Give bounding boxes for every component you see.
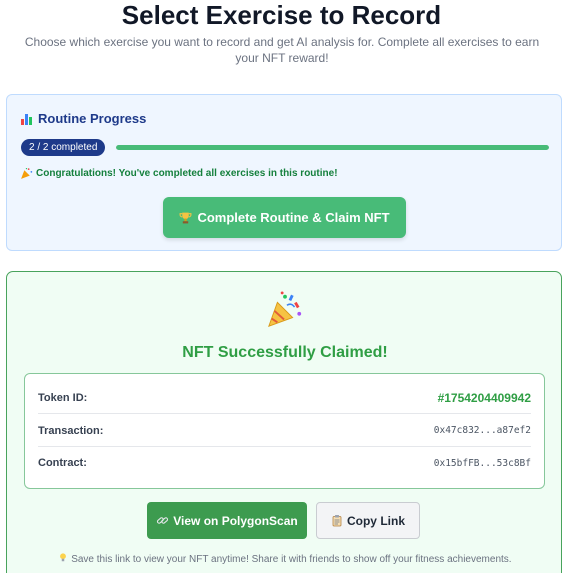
save-link-note: Save this link to view your NFT anytime!…	[7, 552, 563, 565]
page-subtitle: Choose which exercise you want to record…	[24, 35, 540, 65]
token-id-value: #1754204409942	[437, 390, 531, 405]
trophy-icon	[179, 212, 192, 223]
transaction-value: 0x47c832...a87ef2	[433, 425, 531, 436]
party-popper-icon	[268, 291, 302, 327]
save-note-text: Save this link to view your NFT anytime!…	[71, 554, 512, 565]
nft-claimed-heading: NFT Successfully Claimed!	[182, 344, 388, 361]
routine-progress-card: Routine Progress 2 / 2 completed Congrat…	[6, 94, 562, 251]
nft-claimed-card: NFT Successfully Claimed! Token ID: #175…	[6, 271, 562, 573]
clipboard-icon	[332, 515, 342, 527]
contract-row: Contract: 0x15bfFB...53c8Bf	[38, 447, 531, 479]
progress-bar	[116, 145, 549, 150]
completion-badge: 2 / 2 completed	[21, 139, 106, 156]
nft-details-box: Token ID: #1754204409942 Transaction: 0x…	[24, 373, 545, 489]
bar-chart-icon	[21, 113, 34, 125]
token-id-row: Token ID: #1754204409942	[38, 382, 531, 414]
transaction-row: Transaction: 0x47c832...a87ef2	[38, 415, 531, 447]
claim-button-label: Complete Routine & Claim NFT	[197, 210, 390, 225]
link-icon	[157, 517, 169, 524]
progress-bar-fill	[116, 145, 549, 150]
page-title: Select Exercise to Record	[121, 0, 442, 30]
copy-button-label: Copy Link	[346, 513, 405, 528]
congrats-message: Congratulations! You've completed all ex…	[20, 167, 338, 180]
routine-progress-header: Routine Progress	[21, 111, 146, 126]
lightbulb-icon	[60, 553, 67, 562]
contract-value: 0x15bfFB...53c8Bf	[433, 457, 531, 469]
congrats-text: Congratulations! You've completed all ex…	[36, 168, 338, 179]
view-on-polygonscan-button[interactable]: View on PolygonScan	[147, 502, 307, 539]
copy-link-button[interactable]: Copy Link	[316, 502, 420, 539]
token-id-label: Token ID:	[38, 391, 88, 404]
party-popper-icon	[21, 167, 33, 179]
contract-label: Contract:	[38, 457, 87, 469]
transaction-label: Transaction:	[38, 424, 104, 437]
claim-nft-button[interactable]: Complete Routine & Claim NFT	[163, 197, 406, 238]
routine-progress-title: Routine Progress	[38, 111, 147, 126]
view-button-label: View on PolygonScan	[173, 513, 298, 528]
